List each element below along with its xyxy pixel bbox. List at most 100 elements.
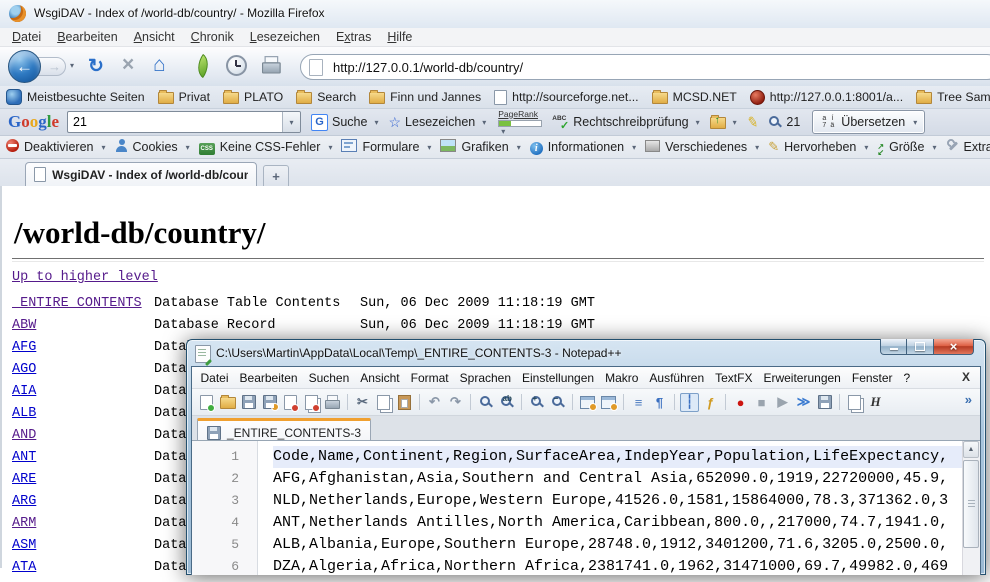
home-icon[interactable]: ⌂ [153,53,166,77]
bookmark-http-sourceforge-net[interactable]: http://sourceforge.net... [494,90,638,105]
webdev-grafiken[interactable]: Grafiken [440,139,520,155]
listing-link-arm[interactable]: ARM [12,516,36,531]
npp-vertical-scrollbar[interactable]: ▲ [962,441,980,575]
npp-menu-erweiterungen[interactable]: Erweiterungen [758,371,846,385]
close-all-icon[interactable] [302,393,321,412]
url-input[interactable] [331,59,990,76]
print-icon[interactable] [323,393,342,412]
listing-link-aia[interactable]: AIA [12,384,36,399]
menu-lesezeichen[interactable]: Lesezeichen [242,30,328,44]
send-to-button[interactable] [710,115,737,129]
bookmark-plato[interactable]: PLATO [223,90,283,104]
back-button[interactable]: ← [8,50,41,83]
close-icon[interactable] [281,393,300,412]
webdev-informationen[interactable]: iInformationen [530,140,636,155]
listing-link-abw[interactable]: ABW [12,318,36,333]
bookmark-meistbesuchte-seiten[interactable]: Meistbesuchte Seiten [6,89,145,105]
bookmark-http-127-0-0-1-8001-a[interactable]: http://127.0.0.1:8001/a... [750,90,903,105]
up-to-higher-level-link[interactable]: Up to higher level [12,270,158,285]
save-copy-icon[interactable] [260,393,279,412]
listing-link-entire-contents[interactable]: ENTIRE CONTENTS [12,296,142,311]
search-history-dropdown[interactable]: ▾ [282,112,300,132]
npp-menu-bearbeiten[interactable]: Bearbeiten [234,371,303,385]
npp-menu-format[interactable]: Format [405,371,454,385]
listing-link-alb[interactable]: ALB [12,406,36,421]
bookmark-mcsd-net[interactable]: MCSD.NET [652,90,737,104]
listing-link-ant[interactable]: ANT [12,450,36,465]
menu-datei[interactable]: Datei [4,30,49,44]
npp-close-document-button[interactable]: X [962,370,970,384]
function-completion-icon[interactable]: ƒ [701,393,720,412]
spellcheck-button[interactable]: ABC✓ Rechtschreibprüfung [552,115,699,130]
save-icon[interactable] [239,393,258,412]
cut-icon[interactable]: ✂ [353,393,372,412]
new-file-icon[interactable] [197,393,216,412]
scrollbar-thumb[interactable] [963,460,979,548]
maximize-button[interactable] [907,339,934,355]
open-icon[interactable] [218,393,237,412]
find-replace-icon[interactable]: ab [497,393,516,412]
notepadpp-window[interactable]: C:\Users\Martin\AppData\Local\Temp\_ENTI… [186,339,986,575]
listing-link-ago[interactable]: AGO [12,362,36,377]
listing-link-and[interactable]: AND [12,428,36,443]
back-history-dropdown[interactable]: ▾ [70,61,74,70]
history-clock-icon[interactable] [226,55,247,76]
google-bookmarks-button[interactable]: ☆ Lesezeichen [388,114,486,131]
show-all-characters-icon[interactable]: ¶ [650,393,669,412]
run-macro-multiple-icon[interactable]: ≫ [794,393,813,412]
menu-chronik[interactable]: Chronik [183,30,242,44]
npp-menu-help[interactable]: ? [898,371,916,385]
tab-wsgidav[interactable]: WsgiDAV - Index of /world-db/count... [25,162,257,186]
stop-icon[interactable]: × [122,53,134,77]
listing-link-afg[interactable]: AFG [12,340,36,355]
undo-icon[interactable]: ↶ [425,393,444,412]
menu-hilfe[interactable]: Hilfe [379,30,420,44]
translate-button[interactable]: aí7ä Übersetzen [812,110,925,134]
bookmark-tree-samples[interactable]: Tree Samples [916,90,990,104]
doc-switcher-icon[interactable] [845,393,864,412]
menu-extras[interactable]: Extras [328,30,379,44]
print-icon[interactable] [262,56,281,79]
menu-bearbeiten[interactable]: Bearbeiten [49,30,125,44]
reload-icon[interactable]: ↻ [88,55,104,78]
sync-scroll-v-icon[interactable] [578,393,597,412]
close-button[interactable]: × [934,339,974,355]
webdev-formulare[interactable]: Formulare [341,139,431,155]
listing-link-asm[interactable]: ASM [12,538,36,553]
save-macro-icon[interactable] [815,393,834,412]
zoom-in-icon[interactable]: + [527,393,546,412]
npp-menu-makro[interactable]: Makro [600,371,644,385]
webdev-gr-e[interactable]: ↗↙Größe [877,138,936,156]
new-tab-button[interactable]: + [263,165,289,187]
copy-icon[interactable] [374,393,393,412]
npp-menu-sprachen[interactable]: Sprachen [454,371,516,385]
find-icon[interactable] [476,393,495,412]
webdev-deaktivieren[interactable]: Deaktivieren [6,139,106,155]
webdev-keine-css-fehler[interactable]: CSSKeine CSS-Fehler [199,139,333,155]
bookmark-privat[interactable]: Privat [158,90,210,104]
url-bar[interactable] [300,54,990,80]
scroll-up-arrow[interactable]: ▲ [963,441,979,458]
npp-menu-einstellungen[interactable]: Einstellungen [517,371,600,385]
npp-menu-ansicht[interactable]: Ansicht [355,371,405,385]
stop-macro-icon[interactable]: ■ [752,393,771,412]
redo-icon[interactable]: ↷ [446,393,465,412]
listing-link-arg[interactable]: ARG [12,494,36,509]
highlight-button[interactable]: ✎ [747,114,759,131]
sync-scroll-h-icon[interactable] [599,393,618,412]
minimize-button[interactable] [880,339,907,355]
webdev-hervorheben[interactable]: ✎Hervorheben [768,139,868,155]
play-macro-icon[interactable]: ▶ [773,393,792,412]
webdev-extras[interactable]: Extras [946,139,990,155]
npp-menu-datei[interactable]: Datei [195,371,234,385]
npp-menu-suchen[interactable]: Suchen [303,371,355,385]
webdev-cookies[interactable]: Cookies [115,139,190,155]
first-style-icon[interactable]: H [866,393,885,412]
toolbar-overflow-chevron[interactable]: » [965,392,972,407]
record-macro-icon[interactable]: ● [731,393,750,412]
bookmark-finn-und-jannes[interactable]: Finn und Jannes [369,90,481,104]
npp-menu-fenster[interactable]: Fenster [846,371,898,385]
word-wrap-icon[interactable]: ≡ [629,393,648,412]
listing-link-are[interactable]: ARE [12,472,36,487]
npp-menu-ausf-hren[interactable]: Ausführen [644,371,710,385]
